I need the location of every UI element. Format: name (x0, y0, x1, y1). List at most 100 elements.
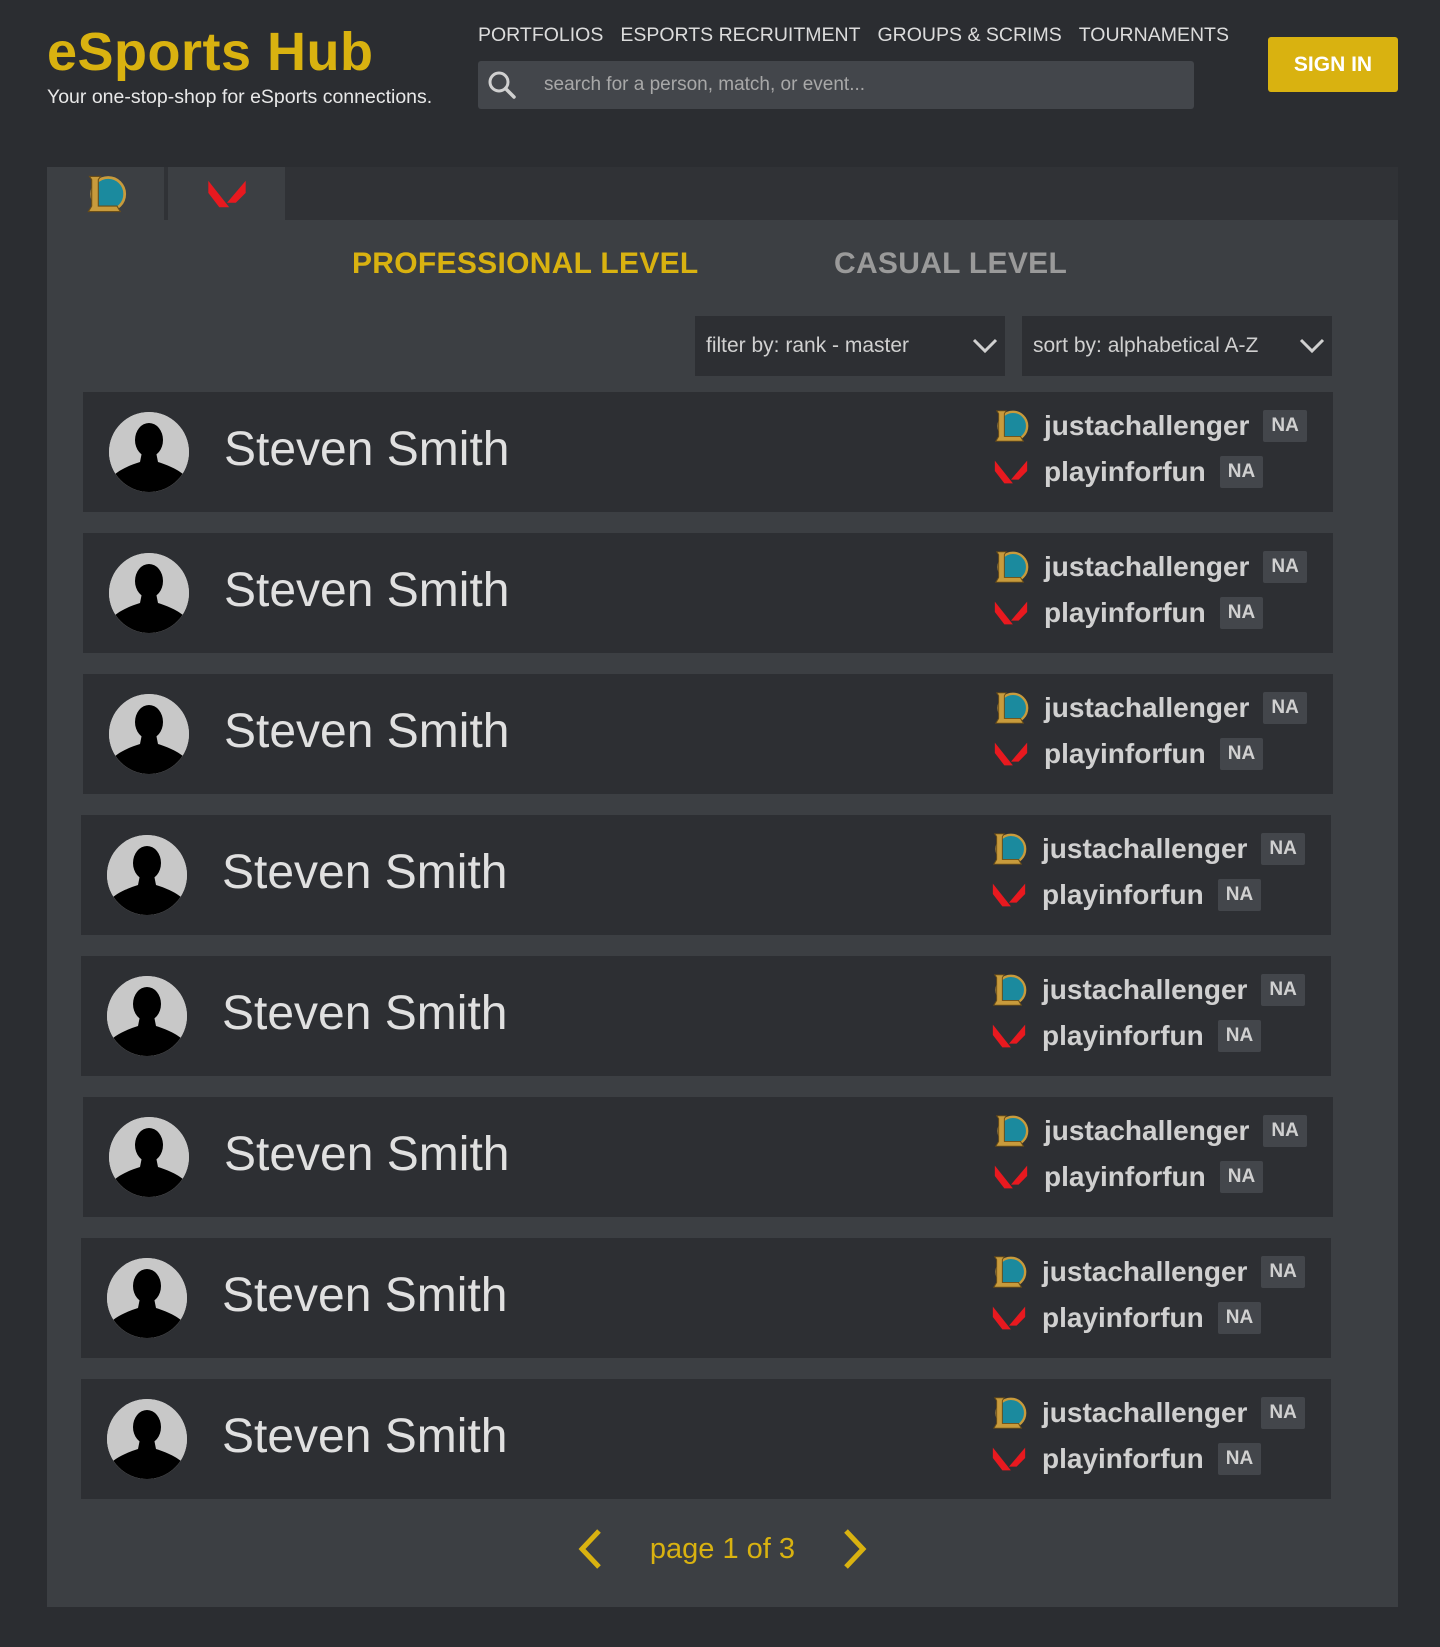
next-page-button[interactable] (835, 1527, 875, 1571)
valorant-icon (992, 594, 1030, 632)
player-row[interactable]: Steven Smith justachallenger NA playinfo… (81, 956, 1331, 1076)
lol-account: justachallenger NA (990, 829, 1305, 869)
valorant-account: playinforfun NA (992, 452, 1264, 492)
region-badge: NA (1217, 1020, 1262, 1052)
avatar (107, 976, 187, 1056)
region-badge: NA (1261, 974, 1305, 1006)
player-row[interactable]: Steven Smith justachallenger NA playinfo… (81, 1238, 1331, 1358)
players-panel: PROFESSIONAL LEVEL CASUAL LEVEL filter b… (47, 167, 1398, 1607)
lol-account: justachallenger NA (992, 547, 1307, 587)
region-badge: NA (1263, 410, 1307, 442)
region-badge: NA (1219, 738, 1264, 770)
level-tabs: PROFESSIONAL LEVEL CASUAL LEVEL (47, 247, 1398, 287)
valorant-account: playinforfun NA (992, 1157, 1264, 1197)
region-badge: NA (1217, 1443, 1262, 1475)
filter-label: filter by: rank - master (706, 334, 910, 357)
lol-username: justachallenger (1044, 1115, 1250, 1146)
league-of-legends-icon (992, 548, 1030, 586)
valorant-username: playinforfun (1042, 1443, 1204, 1474)
lol-username: justachallenger (1044, 551, 1250, 582)
region-badge: NA (1217, 879, 1262, 911)
region-badge: NA (1217, 1302, 1262, 1334)
tab-professional-level[interactable]: PROFESSIONAL LEVEL (352, 247, 699, 281)
lol-account: justachallenger NA (990, 1393, 1305, 1433)
previous-page-button[interactable] (570, 1527, 610, 1571)
nav-groups-scrims[interactable]: GROUPS & SCRIMS (878, 24, 1062, 47)
lol-username: justachallenger (1042, 1256, 1248, 1287)
region-badge: NA (1219, 597, 1264, 629)
league-of-legends-icon (990, 1394, 1028, 1432)
sort-dropdown[interactable]: sort by: alphabetical A-Z (1022, 316, 1332, 376)
lol-account: justachallenger NA (992, 1111, 1307, 1151)
valorant-account: playinforfun NA (990, 1016, 1262, 1056)
valorant-username: playinforfun (1042, 1302, 1204, 1333)
brand[interactable]: eSports Hub Your one-stop-shop for eSpor… (47, 24, 432, 109)
lol-username: justachallenger (1044, 410, 1250, 441)
league-of-legends-icon (990, 971, 1028, 1009)
player-name: Steven Smith (222, 987, 508, 1040)
header: eSports Hub Your one-stop-shop for eSpor… (0, 0, 1440, 165)
lol-account: justachallenger NA (992, 406, 1307, 446)
player-row[interactable]: Steven Smith justachallenger NA playinfo… (83, 533, 1333, 653)
avatar (109, 1117, 189, 1197)
valorant-icon (992, 453, 1030, 491)
player-row[interactable]: Steven Smith justachallenger NA playinfo… (83, 1097, 1333, 1217)
valorant-icon (990, 1299, 1028, 1337)
chevron-down-icon (1292, 338, 1332, 354)
player-name: Steven Smith (222, 846, 508, 899)
league-of-legends-icon (992, 689, 1030, 727)
tab-league-of-legends[interactable] (47, 167, 164, 220)
valorant-username: playinforfun (1044, 738, 1206, 769)
valorant-account: playinforfun NA (990, 1298, 1262, 1338)
player-row[interactable]: Steven Smith justachallenger NA playinfo… (81, 1379, 1331, 1499)
league-of-legends-icon (990, 1253, 1028, 1291)
sign-in-button[interactable]: SIGN IN (1268, 37, 1398, 92)
nav-esports-recruitment[interactable]: ESPORTS RECRUITMENT (620, 24, 860, 47)
lol-username: justachallenger (1042, 1397, 1248, 1428)
valorant-icon (990, 1440, 1028, 1478)
valorant-username: playinforfun (1044, 1161, 1206, 1192)
chevron-down-icon (965, 338, 1005, 354)
league-of-legends-icon (990, 830, 1028, 868)
region-badge: NA (1261, 1397, 1305, 1429)
valorant-icon (992, 1158, 1030, 1196)
region-badge: NA (1263, 692, 1307, 724)
valorant-account: playinforfun NA (992, 593, 1264, 633)
valorant-account: playinforfun NA (990, 875, 1262, 915)
tab-casual-level[interactable]: CASUAL LEVEL (834, 247, 1067, 281)
player-row[interactable]: Steven Smith justachallenger NA playinfo… (83, 674, 1333, 794)
main-nav: PORTFOLIOS ESPORTS RECRUITMENT GROUPS & … (478, 24, 1229, 47)
player-name: Steven Smith (224, 564, 510, 617)
nav-tournaments[interactable]: TOURNAMENTS (1079, 24, 1229, 47)
pagination: page 1 of 3 (47, 1524, 1398, 1574)
valorant-username: playinforfun (1044, 456, 1206, 487)
avatar (109, 412, 189, 492)
site-title[interactable]: eSports Hub (47, 24, 432, 80)
valorant-account: playinforfun NA (990, 1439, 1262, 1479)
region-badge: NA (1219, 1161, 1264, 1193)
lol-username: justachallenger (1042, 974, 1248, 1005)
player-name: Steven Smith (224, 423, 510, 476)
filter-dropdown[interactable]: filter by: rank - master (695, 316, 1005, 376)
chevron-left-icon (578, 1529, 601, 1569)
valorant-username: playinforfun (1042, 879, 1204, 910)
player-row[interactable]: Steven Smith justachallenger NA playinfo… (83, 392, 1333, 512)
valorant-icon (990, 1017, 1028, 1055)
valorant-icon (990, 876, 1028, 914)
chevron-right-icon (844, 1529, 867, 1569)
lol-account: justachallenger NA (990, 1252, 1305, 1292)
search-bar (478, 61, 1194, 109)
search-icon[interactable] (478, 61, 526, 109)
tab-valorant[interactable] (168, 167, 285, 220)
region-badge: NA (1219, 456, 1264, 488)
region-badge: NA (1261, 833, 1305, 865)
nav-portfolios[interactable]: PORTFOLIOS (478, 24, 603, 47)
player-row[interactable]: Steven Smith justachallenger NA playinfo… (81, 815, 1331, 935)
sort-label: sort by: alphabetical A-Z (1033, 334, 1259, 357)
valorant-username: playinforfun (1044, 597, 1206, 628)
avatar (107, 1258, 187, 1338)
league-of-legends-icon (992, 1112, 1030, 1150)
lol-account: justachallenger NA (990, 970, 1305, 1010)
region-badge: NA (1261, 1256, 1305, 1288)
search-input[interactable] (526, 61, 1194, 109)
